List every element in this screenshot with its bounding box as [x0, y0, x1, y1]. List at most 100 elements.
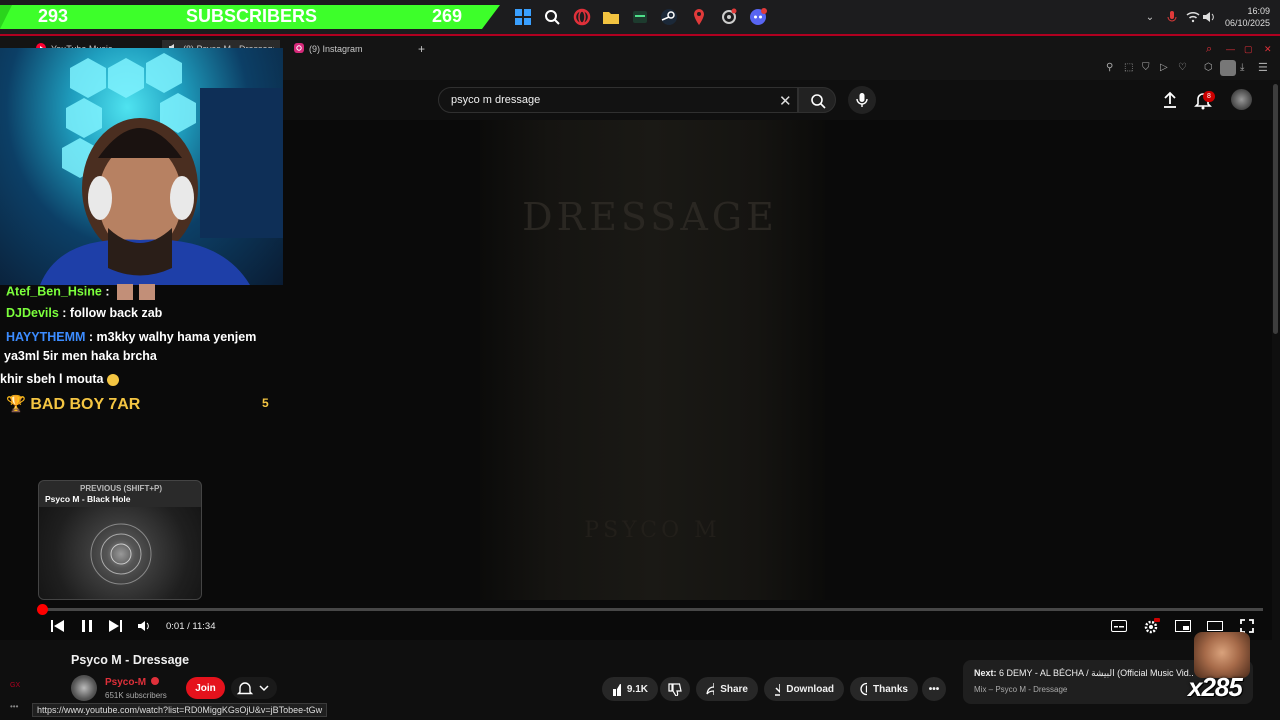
- sidebar-more-icon[interactable]: •••: [10, 702, 18, 711]
- join-button[interactable]: Join: [186, 677, 225, 699]
- previous-video-preview[interactable]: PREVIOUS (SHIFT+P) Psyco M - Black Hole: [38, 480, 202, 600]
- opera-gx-icon[interactable]: [572, 7, 592, 27]
- system-clock[interactable]: 16:09 06/10/2025: [1225, 5, 1270, 29]
- subscriber-count: 651K subscribers: [105, 691, 167, 700]
- terminal-app-icon[interactable]: [630, 7, 650, 27]
- verified-badge-icon: [150, 677, 159, 685]
- notifications-count-badge: 8: [1203, 91, 1215, 102]
- heart-icon[interactable]: ♡: [1178, 62, 1187, 73]
- shield-icon[interactable]: ⛉: [1142, 62, 1150, 73]
- subtitles-button[interactable]: [1108, 617, 1130, 635]
- maximize-window-icon[interactable]: ▢: [1238, 40, 1259, 58]
- snapshot-icon[interactable]: ⬚: [1124, 62, 1133, 73]
- gift-multiplier-badge: x285: [1188, 672, 1243, 702]
- next-title-row: Next: 6 DEMY - AL BÉCHA / البيشة (Offici…: [974, 668, 1194, 679]
- instagram-icon: [294, 43, 304, 55]
- more-actions-button[interactable]: •••: [922, 677, 946, 701]
- chat-message-continued: ya3ml 5ir men haka brcha: [4, 349, 157, 363]
- progress-scrubber[interactable]: [37, 604, 48, 615]
- miniplayer-icon: [1175, 620, 1191, 632]
- mute-button[interactable]: [134, 617, 156, 635]
- tray-chevron-icon[interactable]: ⌄: [1140, 7, 1160, 27]
- close-window-icon[interactable]: ✕: [1258, 40, 1278, 58]
- subscriber-goal-banner: 293 SUBSCRIBERS 269: [0, 5, 500, 29]
- download-icon[interactable]: ⤓: [1240, 62, 1244, 73]
- poster-title: DRESSAGE: [522, 195, 778, 239]
- leaderboard-name: BAD BOY 7AR: [30, 396, 141, 413]
- channel-avatar[interactable]: [71, 675, 97, 701]
- chat-message: khir sbeh l mouta: [0, 372, 119, 386]
- next-prefix: Next:: [974, 668, 997, 678]
- download-button[interactable]: Download: [764, 677, 844, 701]
- volume-icon: [138, 621, 149, 631]
- like-button[interactable]: 9.1K: [602, 677, 658, 701]
- pause-button[interactable]: [76, 617, 98, 635]
- status-url-bar: https://www.youtube.com/watch?list=RD0Mi…: [32, 703, 328, 717]
- settings-button[interactable]: [1140, 617, 1162, 635]
- share-icon: [706, 683, 715, 695]
- microphone-icon: [856, 93, 868, 107]
- channel-name-text: Psyco-M: [105, 677, 147, 688]
- next-button[interactable]: [104, 617, 126, 635]
- play-icon[interactable]: ▷: [1160, 62, 1168, 73]
- fullscreen-icon: [1240, 619, 1254, 633]
- create-upload-icon[interactable]: [1160, 90, 1180, 115]
- subscriber-current: 293: [38, 6, 69, 26]
- time-display: 0:01 / 11:34: [166, 621, 216, 632]
- search-query: psyco m dressage: [451, 94, 541, 106]
- search-input[interactable]: psyco m dressage ✕: [438, 87, 798, 113]
- thumbs-down-icon: [668, 682, 682, 696]
- steam-icon[interactable]: [659, 7, 679, 27]
- voice-search-button[interactable]: [848, 86, 876, 114]
- chat-message: Atef_Ben_Hsine :: [6, 284, 155, 300]
- previous-button[interactable]: [47, 617, 69, 635]
- settings-app-icon[interactable]: [719, 7, 739, 27]
- search-icon[interactable]: [542, 7, 562, 27]
- thanks-label: Thanks: [872, 683, 908, 695]
- miniplayer-button[interactable]: [1172, 617, 1194, 635]
- page-scrollbar-thumb[interactable]: [1273, 84, 1278, 334]
- tab-instagram[interactable]: (9) Instagram: [288, 40, 408, 58]
- leaderboard-entry: 🏆 BAD BOY 7AR: [6, 394, 140, 414]
- share-button[interactable]: Share: [696, 677, 758, 701]
- extensions-icon[interactable]: ⬡: [1204, 62, 1213, 73]
- pin-icon[interactable]: ⚲: [1106, 62, 1113, 73]
- folder-icon[interactable]: [601, 7, 621, 27]
- next-title: 6 DEMY - AL BÉCHA / البيشة (Official Mus…: [999, 668, 1194, 678]
- microphone-tray-icon[interactable]: [1162, 7, 1182, 27]
- pause-icon: [82, 620, 92, 632]
- maps-pin-icon[interactable]: [689, 7, 709, 27]
- poster-artist: PSYCO M: [584, 518, 721, 543]
- trophy-icon: 🏆: [6, 396, 26, 413]
- gear-icon: [1144, 618, 1160, 634]
- like-count: 9.1K: [626, 683, 648, 695]
- subscriber-remaining: 269: [432, 6, 463, 26]
- chat-text: khir sbeh l mouta: [0, 372, 104, 386]
- clear-search-icon[interactable]: ✕: [779, 92, 792, 110]
- search-icon: [811, 94, 826, 109]
- next-subtitle: Mix – Psyco M - Dressage: [974, 685, 1068, 694]
- account-avatar[interactable]: [1231, 89, 1252, 110]
- windows-start-icon[interactable]: [513, 7, 533, 27]
- menu-icon[interactable]: ☰: [1258, 61, 1268, 74]
- profile-avatar[interactable]: [1220, 60, 1236, 76]
- dislike-button[interactable]: [660, 677, 690, 701]
- progress-bar[interactable]: [37, 604, 1263, 615]
- leaderboard-count: 5: [262, 396, 269, 410]
- opera-gx-sidebar-icon[interactable]: GX: [10, 682, 20, 689]
- discord-icon[interactable]: [748, 7, 768, 27]
- preview-title: Psyco M - Black Hole: [45, 494, 131, 504]
- volume-tray-icon[interactable]: [1199, 7, 1219, 27]
- search-button[interactable]: [798, 87, 836, 113]
- share-label: Share: [720, 683, 748, 695]
- chat-message: HAYYTHEMM : m3kky walhy hama yenjem: [6, 330, 256, 344]
- thanks-button[interactable]: Thanks: [850, 677, 918, 701]
- thanks-icon: [860, 682, 867, 696]
- more-icon: •••: [928, 683, 940, 695]
- download-label: Download: [786, 683, 834, 695]
- new-tab-button[interactable]: +: [412, 40, 431, 58]
- browser-search-icon[interactable]: ⌕: [1200, 40, 1218, 58]
- preview-header: PREVIOUS (SHIFT+P): [79, 484, 162, 493]
- channel-name[interactable]: Psyco-M: [105, 677, 159, 688]
- subscription-bell-button[interactable]: [231, 677, 277, 699]
